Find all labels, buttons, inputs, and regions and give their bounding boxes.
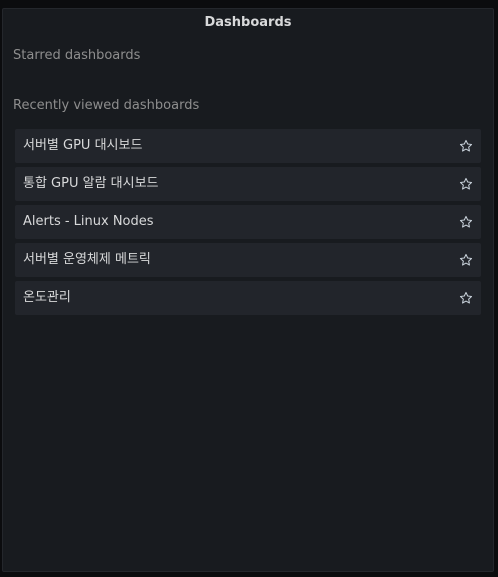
star-icon[interactable] [459, 215, 473, 229]
list-item[interactable]: Alerts - Linux Nodes [15, 205, 481, 239]
recent-dashboards-list: 서버별 GPU 대시보드 통합 GPU 알람 대시보드 Alerts - Lin… [15, 129, 481, 319]
dashboard-list-panel: Dashboards Starred dashboards Recently v… [2, 8, 494, 572]
star-icon[interactable] [459, 291, 473, 305]
star-icon[interactable] [459, 253, 473, 267]
starred-dashboards-heading: Starred dashboards [13, 48, 141, 63]
dashboard-link[interactable]: Alerts - Linux Nodes [23, 214, 154, 230]
star-icon[interactable] [459, 139, 473, 153]
list-item[interactable]: 서버별 운영체제 메트릭 [15, 243, 481, 277]
list-item[interactable]: 통합 GPU 알람 대시보드 [15, 167, 481, 201]
list-item[interactable]: 온도관리 [15, 281, 481, 315]
dashboard-link[interactable]: 서버별 GPU 대시보드 [23, 138, 142, 154]
list-item[interactable]: 서버별 GPU 대시보드 [15, 129, 481, 163]
panel-title: Dashboards [204, 15, 292, 30]
dashboard-link[interactable]: 통합 GPU 알람 대시보드 [23, 176, 159, 192]
dashboard-link[interactable]: 온도관리 [23, 290, 71, 306]
star-icon[interactable] [459, 177, 473, 191]
recent-dashboards-heading: Recently viewed dashboards [13, 98, 200, 113]
dashboard-link[interactable]: 서버별 운영체제 메트릭 [23, 252, 151, 268]
